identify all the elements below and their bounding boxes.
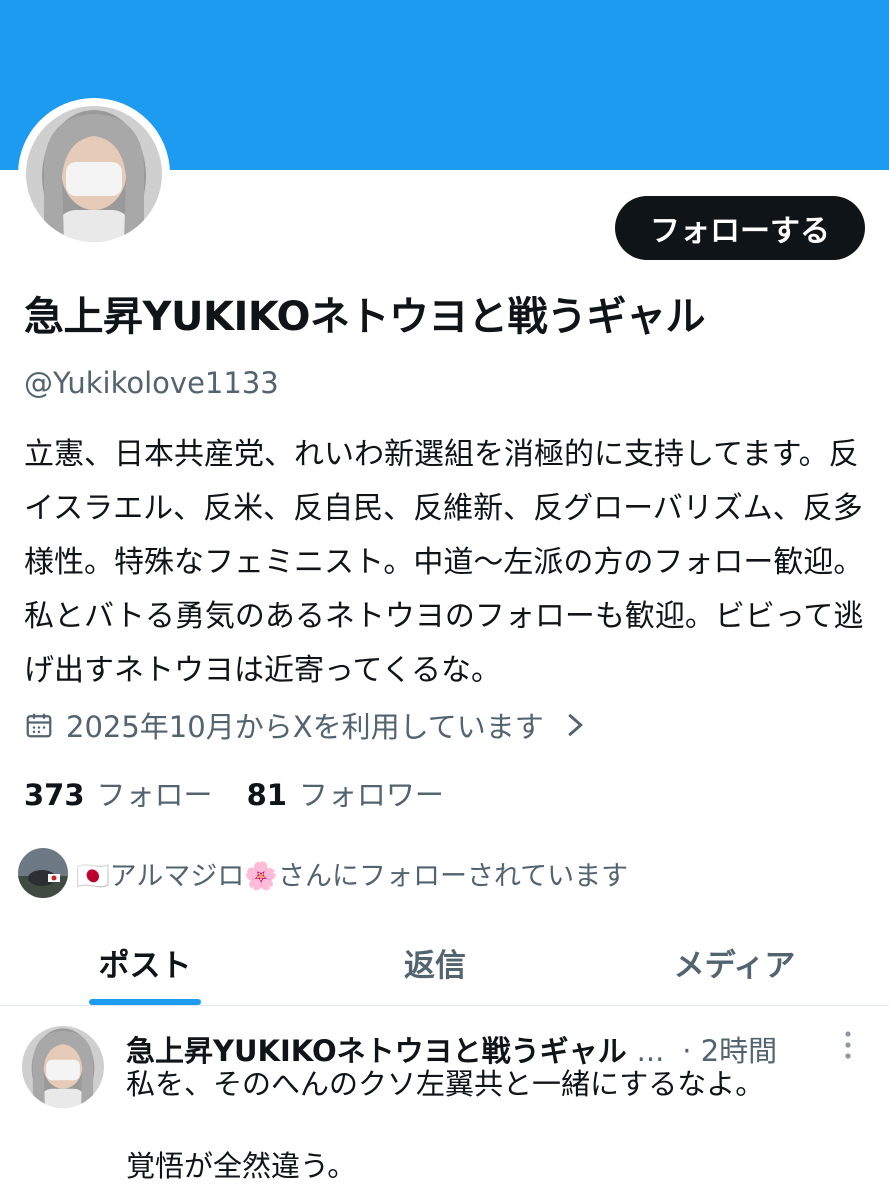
active-tab-indicator [89,999,201,1005]
tab-replies-label: 返信 [404,948,466,984]
follow-stats: 373 フォロー 81 フォロワー [24,772,478,814]
profile-avatar[interactable] [18,98,170,250]
followers-label[interactable]: フォロワー [299,772,444,814]
avatar-image [26,106,162,242]
following-label[interactable]: フォロー [97,772,213,814]
profile-handle: @Yukikolove1133 [24,366,279,400]
followed-by-text: 🇯🇵アルマジロ🌸さんにフォローされています [76,860,629,892]
chevron-right-icon [567,713,583,737]
followers-count[interactable]: 81 [247,778,287,812]
tab-media-label: メディア [673,948,796,984]
post-text: 私を、そのへんのクソ左翼共と一緒にするなよ。 [126,1067,765,1101]
profile-tabs: ポスト 返信 メディア [0,920,889,1006]
followed-by[interactable]: 🇯🇵アルマジロ🌸さんにフォローされています [18,848,628,898]
tab-posts[interactable]: ポスト [0,920,290,1005]
more-vertical-icon[interactable] [836,1028,860,1062]
follower-avatar [18,848,68,898]
joined-date[interactable]: 2025年10月からXを利用しています [24,704,584,746]
following-count[interactable]: 373 [24,778,85,812]
profile-bio: 立憲、日本共産党、れいわ新選組を消極的に支持してます。反イスラエル、反米、反自民… [24,437,864,688]
calendar-icon [26,713,52,738]
joined-text: 2025年10月からXを利用しています [66,710,544,744]
profile-display-name: 急上昇YUKIKOネトウヨと戦うギャル [24,294,706,340]
tab-replies[interactable]: 返信 [290,920,580,1005]
post-text-continued: 覚悟が全然違う。 [126,1149,357,1183]
post-author-avatar[interactable] [22,1026,104,1108]
post-name-ellipsis: ... [636,1034,665,1068]
tab-posts-label: ポスト [98,948,192,984]
follow-button[interactable]: フォローする [615,196,865,260]
post-item[interactable]: 急上昇YUKIKOネトウヨと戦うギャル ... · 2時間 私を、そのへんのクソ… [0,1006,889,1199]
tab-media[interactable]: メディア [580,920,889,1005]
